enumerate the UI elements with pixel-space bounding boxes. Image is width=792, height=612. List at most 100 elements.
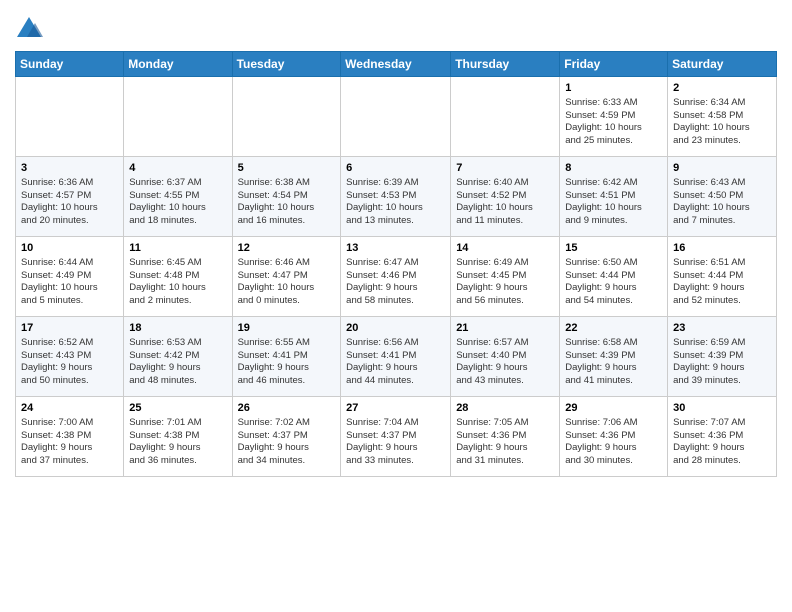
- weekday-header-cell: Sunday: [16, 52, 124, 77]
- day-info: Sunrise: 6:42 AM Sunset: 4:51 PM Dayligh…: [565, 177, 662, 228]
- day-number: 13: [346, 241, 445, 256]
- weekday-header-cell: Tuesday: [232, 52, 341, 77]
- day-info: Sunrise: 7:07 AM Sunset: 4:36 PM Dayligh…: [673, 417, 771, 468]
- weekday-header-cell: Friday: [560, 52, 668, 77]
- day-info: Sunrise: 6:52 AM Sunset: 4:43 PM Dayligh…: [21, 337, 118, 388]
- calendar-week-row: 1Sunrise: 6:33 AM Sunset: 4:59 PM Daylig…: [16, 77, 777, 157]
- day-number: 8: [565, 161, 662, 176]
- calendar-day-cell: 30Sunrise: 7:07 AM Sunset: 4:36 PM Dayli…: [668, 397, 777, 477]
- weekday-header-row: SundayMondayTuesdayWednesdayThursdayFrid…: [16, 52, 777, 77]
- day-number: 27: [346, 401, 445, 416]
- day-number: 3: [21, 161, 118, 176]
- day-info: Sunrise: 6:45 AM Sunset: 4:48 PM Dayligh…: [129, 257, 226, 308]
- calendar-day-cell: 9Sunrise: 6:43 AM Sunset: 4:50 PM Daylig…: [668, 157, 777, 237]
- calendar-day-cell: 13Sunrise: 6:47 AM Sunset: 4:46 PM Dayli…: [341, 237, 451, 317]
- calendar-day-cell: 28Sunrise: 7:05 AM Sunset: 4:36 PM Dayli…: [451, 397, 560, 477]
- day-number: 14: [456, 241, 554, 256]
- day-number: 2: [673, 81, 771, 96]
- day-number: 29: [565, 401, 662, 416]
- calendar-day-cell: 16Sunrise: 6:51 AM Sunset: 4:44 PM Dayli…: [668, 237, 777, 317]
- calendar-day-cell: [341, 77, 451, 157]
- day-info: Sunrise: 6:34 AM Sunset: 4:58 PM Dayligh…: [673, 97, 771, 148]
- calendar-week-row: 17Sunrise: 6:52 AM Sunset: 4:43 PM Dayli…: [16, 317, 777, 397]
- day-info: Sunrise: 6:55 AM Sunset: 4:41 PM Dayligh…: [238, 337, 336, 388]
- calendar-day-cell: 18Sunrise: 6:53 AM Sunset: 4:42 PM Dayli…: [124, 317, 232, 397]
- day-number: 20: [346, 321, 445, 336]
- calendar-day-cell: 19Sunrise: 6:55 AM Sunset: 4:41 PM Dayli…: [232, 317, 341, 397]
- calendar-week-row: 24Sunrise: 7:00 AM Sunset: 4:38 PM Dayli…: [16, 397, 777, 477]
- calendar-day-cell: 12Sunrise: 6:46 AM Sunset: 4:47 PM Dayli…: [232, 237, 341, 317]
- calendar-day-cell: 5Sunrise: 6:38 AM Sunset: 4:54 PM Daylig…: [232, 157, 341, 237]
- weekday-header-cell: Saturday: [668, 52, 777, 77]
- calendar-day-cell: 25Sunrise: 7:01 AM Sunset: 4:38 PM Dayli…: [124, 397, 232, 477]
- calendar-day-cell: 7Sunrise: 6:40 AM Sunset: 4:52 PM Daylig…: [451, 157, 560, 237]
- logo-icon: [15, 15, 43, 43]
- day-info: Sunrise: 6:36 AM Sunset: 4:57 PM Dayligh…: [21, 177, 118, 228]
- calendar-day-cell: 8Sunrise: 6:42 AM Sunset: 4:51 PM Daylig…: [560, 157, 668, 237]
- calendar-day-cell: [16, 77, 124, 157]
- day-number: 11: [129, 241, 226, 256]
- day-number: 1: [565, 81, 662, 96]
- day-info: Sunrise: 6:39 AM Sunset: 4:53 PM Dayligh…: [346, 177, 445, 228]
- day-info: Sunrise: 6:38 AM Sunset: 4:54 PM Dayligh…: [238, 177, 336, 228]
- weekday-header-cell: Wednesday: [341, 52, 451, 77]
- calendar-day-cell: [451, 77, 560, 157]
- day-info: Sunrise: 6:57 AM Sunset: 4:40 PM Dayligh…: [456, 337, 554, 388]
- day-info: Sunrise: 6:56 AM Sunset: 4:41 PM Dayligh…: [346, 337, 445, 388]
- day-info: Sunrise: 7:00 AM Sunset: 4:38 PM Dayligh…: [21, 417, 118, 468]
- weekday-header-cell: Monday: [124, 52, 232, 77]
- day-info: Sunrise: 6:51 AM Sunset: 4:44 PM Dayligh…: [673, 257, 771, 308]
- day-info: Sunrise: 6:46 AM Sunset: 4:47 PM Dayligh…: [238, 257, 336, 308]
- header: [15, 10, 777, 43]
- day-info: Sunrise: 7:02 AM Sunset: 4:37 PM Dayligh…: [238, 417, 336, 468]
- day-info: Sunrise: 6:44 AM Sunset: 4:49 PM Dayligh…: [21, 257, 118, 308]
- day-number: 30: [673, 401, 771, 416]
- calendar-day-cell: 26Sunrise: 7:02 AM Sunset: 4:37 PM Dayli…: [232, 397, 341, 477]
- calendar-day-cell: 10Sunrise: 6:44 AM Sunset: 4:49 PM Dayli…: [16, 237, 124, 317]
- page: SundayMondayTuesdayWednesdayThursdayFrid…: [0, 0, 792, 487]
- calendar-week-row: 3Sunrise: 6:36 AM Sunset: 4:57 PM Daylig…: [16, 157, 777, 237]
- calendar-day-cell: 17Sunrise: 6:52 AM Sunset: 4:43 PM Dayli…: [16, 317, 124, 397]
- calendar-day-cell: [124, 77, 232, 157]
- calendar-day-cell: 2Sunrise: 6:34 AM Sunset: 4:58 PM Daylig…: [668, 77, 777, 157]
- day-number: 24: [21, 401, 118, 416]
- calendar-week-row: 10Sunrise: 6:44 AM Sunset: 4:49 PM Dayli…: [16, 237, 777, 317]
- day-info: Sunrise: 6:53 AM Sunset: 4:42 PM Dayligh…: [129, 337, 226, 388]
- day-info: Sunrise: 6:37 AM Sunset: 4:55 PM Dayligh…: [129, 177, 226, 228]
- day-number: 22: [565, 321, 662, 336]
- day-info: Sunrise: 7:04 AM Sunset: 4:37 PM Dayligh…: [346, 417, 445, 468]
- day-number: 18: [129, 321, 226, 336]
- day-number: 12: [238, 241, 336, 256]
- day-number: 19: [238, 321, 336, 336]
- day-number: 16: [673, 241, 771, 256]
- day-info: Sunrise: 6:33 AM Sunset: 4:59 PM Dayligh…: [565, 97, 662, 148]
- day-info: Sunrise: 6:40 AM Sunset: 4:52 PM Dayligh…: [456, 177, 554, 228]
- day-number: 21: [456, 321, 554, 336]
- day-info: Sunrise: 6:43 AM Sunset: 4:50 PM Dayligh…: [673, 177, 771, 228]
- calendar-day-cell: 24Sunrise: 7:00 AM Sunset: 4:38 PM Dayli…: [16, 397, 124, 477]
- calendar-day-cell: 23Sunrise: 6:59 AM Sunset: 4:39 PM Dayli…: [668, 317, 777, 397]
- calendar-day-cell: 29Sunrise: 7:06 AM Sunset: 4:36 PM Dayli…: [560, 397, 668, 477]
- day-number: 17: [21, 321, 118, 336]
- calendar-day-cell: 4Sunrise: 6:37 AM Sunset: 4:55 PM Daylig…: [124, 157, 232, 237]
- calendar-day-cell: 20Sunrise: 6:56 AM Sunset: 4:41 PM Dayli…: [341, 317, 451, 397]
- day-info: Sunrise: 6:47 AM Sunset: 4:46 PM Dayligh…: [346, 257, 445, 308]
- day-info: Sunrise: 6:50 AM Sunset: 4:44 PM Dayligh…: [565, 257, 662, 308]
- day-number: 5: [238, 161, 336, 176]
- day-info: Sunrise: 6:58 AM Sunset: 4:39 PM Dayligh…: [565, 337, 662, 388]
- day-number: 26: [238, 401, 336, 416]
- calendar-day-cell: 11Sunrise: 6:45 AM Sunset: 4:48 PM Dayli…: [124, 237, 232, 317]
- calendar-day-cell: 21Sunrise: 6:57 AM Sunset: 4:40 PM Dayli…: [451, 317, 560, 397]
- calendar-day-cell: 15Sunrise: 6:50 AM Sunset: 4:44 PM Dayli…: [560, 237, 668, 317]
- day-number: 23: [673, 321, 771, 336]
- weekday-header-cell: Thursday: [451, 52, 560, 77]
- day-info: Sunrise: 6:49 AM Sunset: 4:45 PM Dayligh…: [456, 257, 554, 308]
- calendar-day-cell: 1Sunrise: 6:33 AM Sunset: 4:59 PM Daylig…: [560, 77, 668, 157]
- day-number: 6: [346, 161, 445, 176]
- day-number: 25: [129, 401, 226, 416]
- day-info: Sunrise: 6:59 AM Sunset: 4:39 PM Dayligh…: [673, 337, 771, 388]
- day-number: 9: [673, 161, 771, 176]
- day-number: 4: [129, 161, 226, 176]
- calendar-day-cell: 14Sunrise: 6:49 AM Sunset: 4:45 PM Dayli…: [451, 237, 560, 317]
- day-number: 7: [456, 161, 554, 176]
